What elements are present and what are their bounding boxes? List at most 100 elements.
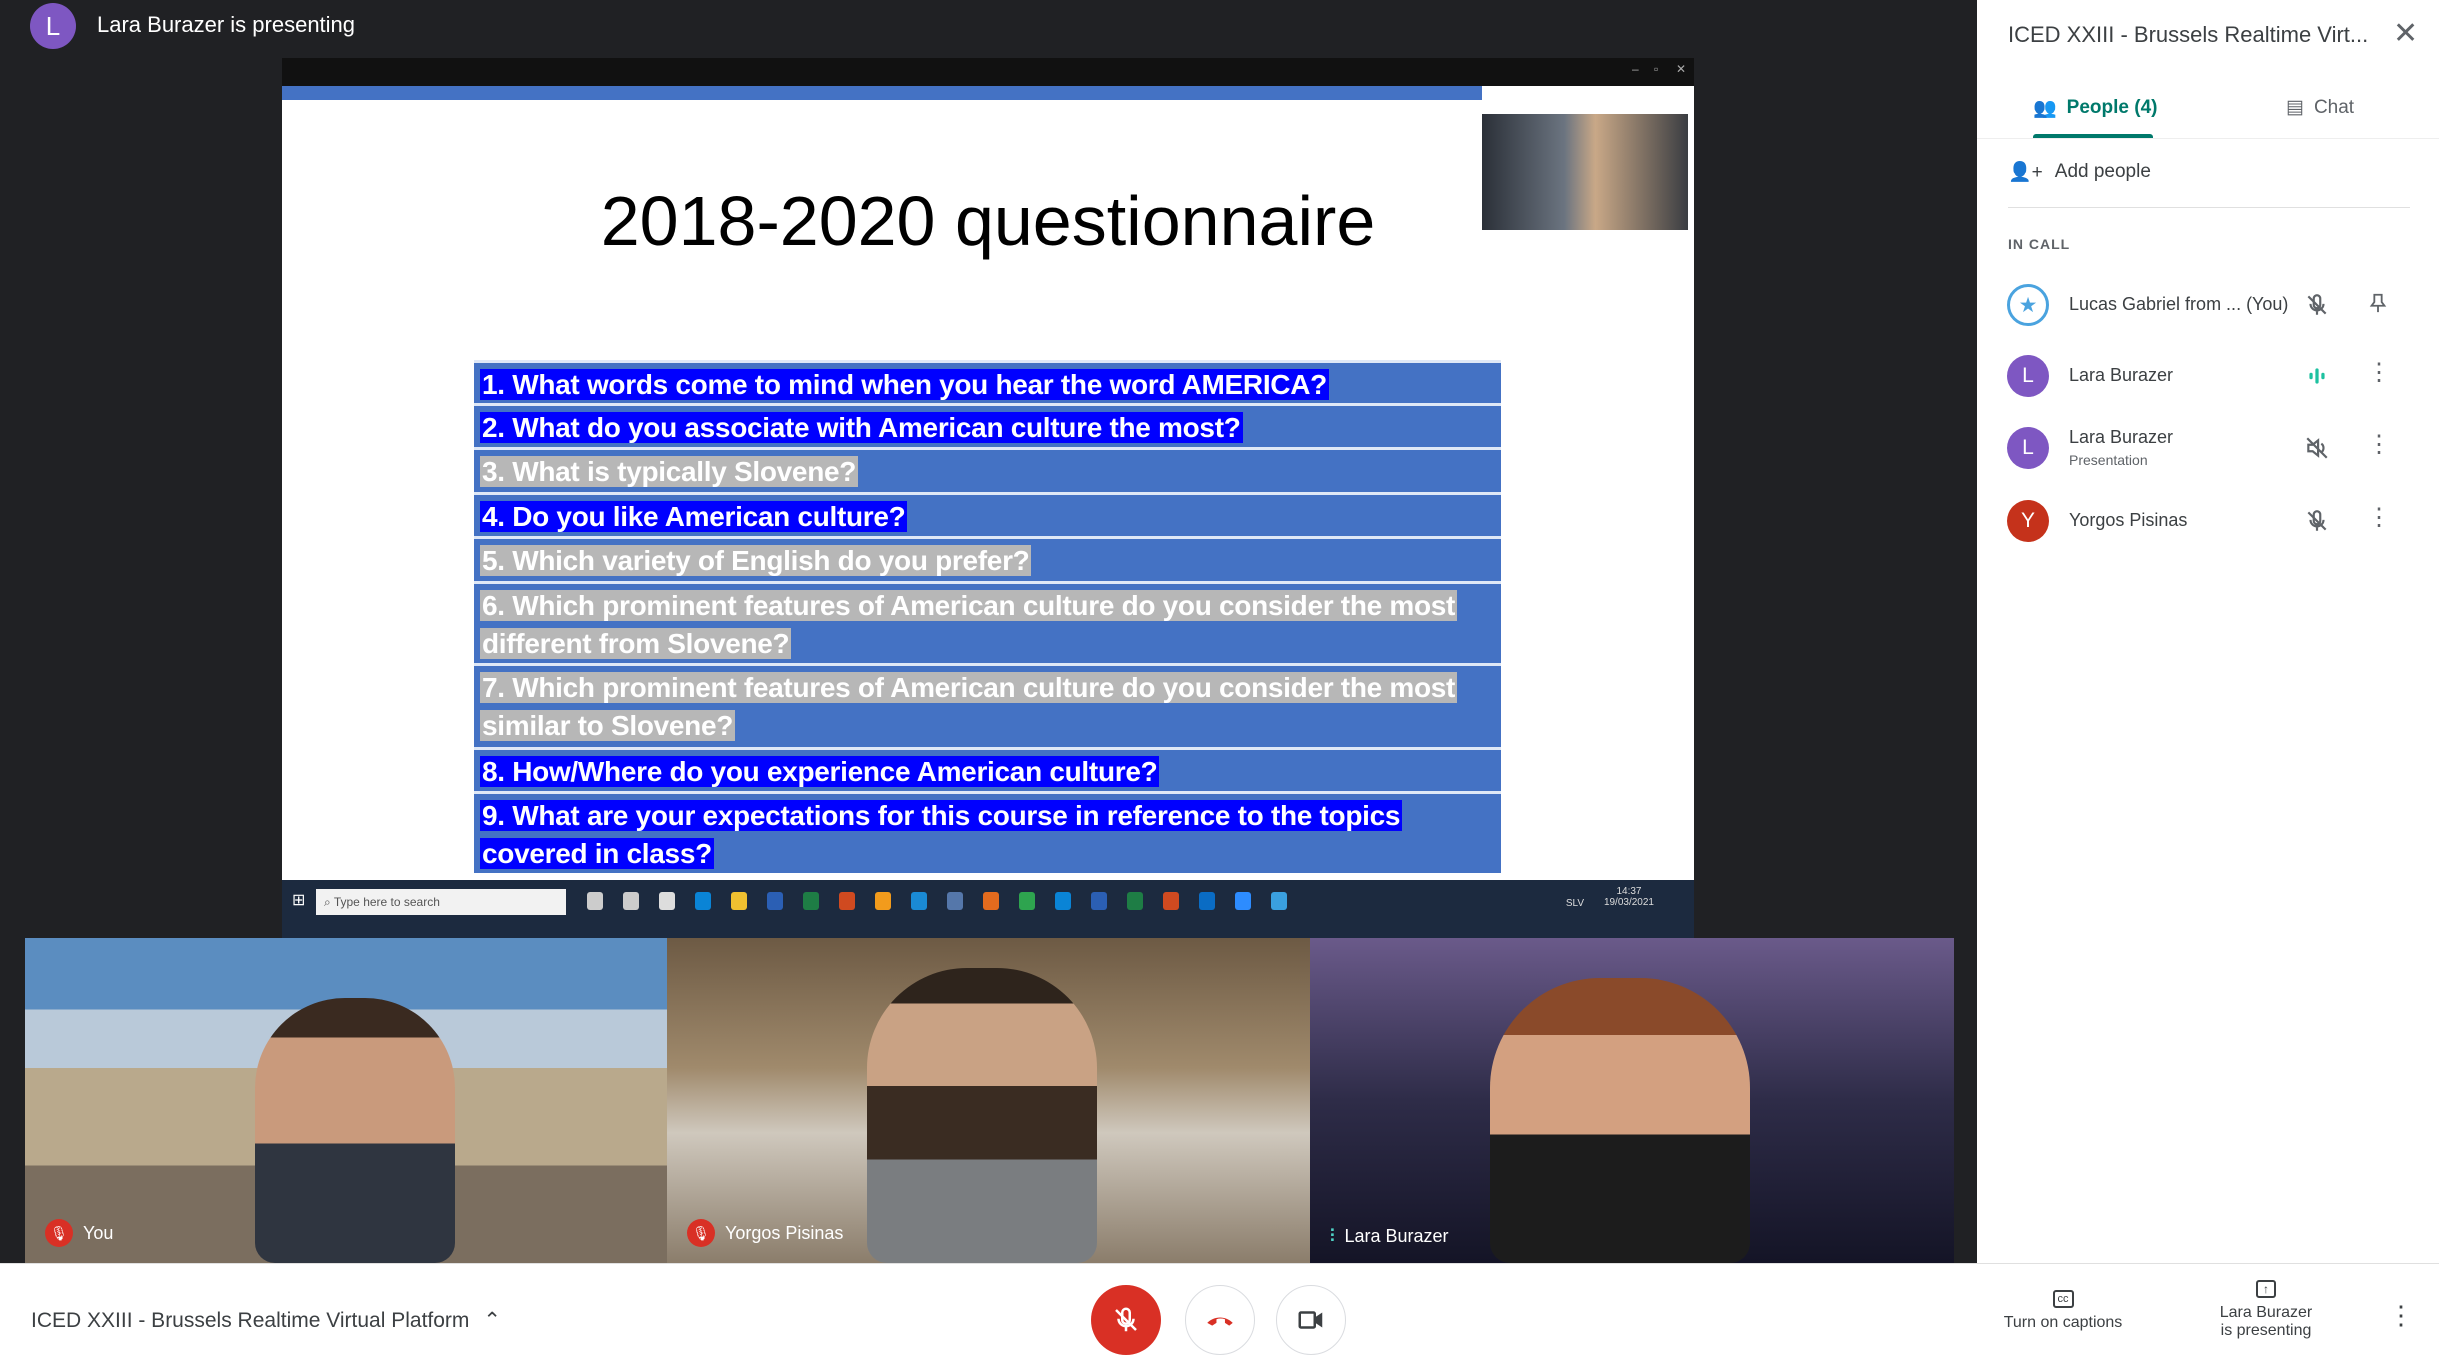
speaking-icon: [2304, 363, 2330, 389]
tab-chat[interactable]: ▤ Chat: [2286, 96, 2354, 119]
taskbar-date: 19/03/2021: [1603, 897, 1654, 908]
taskbar-app-icon: [587, 892, 603, 910]
chevron-up-icon: ⌃: [483, 1309, 502, 1332]
question-text: 8. How/Where do you experience American …: [480, 756, 1160, 787]
question-list: 1. What words come to mind when you hear…: [474, 360, 1501, 873]
section-heading: IN CALL: [2008, 236, 2071, 252]
pin-icon[interactable]: [2367, 290, 2389, 321]
tab-people[interactable]: 👥 People (4): [2033, 96, 2157, 120]
window-titlebar: – ▫ ✕: [282, 58, 1694, 86]
taskbar-app-icon: [767, 892, 783, 910]
speaking-icon: ⫶: [1330, 1226, 1335, 1246]
more-options-button[interactable]: ⋮: [2388, 1300, 2414, 1331]
mic-off-icon: 🎙: [687, 1219, 715, 1247]
video-tile-lara[interactable]: ⫶ Lara Burazer: [1310, 938, 1954, 1263]
chat-icon: ▤: [2286, 97, 2304, 118]
presenter-self-view: [1482, 114, 1688, 230]
tile-name: Lara Burazer: [1344, 1226, 1449, 1246]
question-item: 4. Do you like American culture?: [474, 492, 1501, 536]
captions-label: Turn on captions: [2003, 1314, 2123, 1331]
add-person-icon: 👤+: [2008, 162, 2043, 183]
question-item: 9. What are your expectations for this c…: [474, 791, 1501, 873]
taskbar-app-icon: [731, 892, 747, 910]
taskbar-app-icon: [695, 892, 711, 910]
participant-row[interactable]: ★ Lucas Gabriel from ... (You): [1977, 270, 2439, 340]
slide-accent-bar: [282, 86, 1482, 100]
question-item: 3. What is typically Slovene?: [474, 447, 1501, 492]
mic-off-icon: [2304, 508, 2330, 534]
taskbar-app-icon: [983, 892, 999, 910]
taskbar-search-placeholder: Type here to search: [333, 895, 440, 909]
tile-label: 🎙 You: [45, 1219, 113, 1247]
taskbar-app-icon: [839, 892, 855, 910]
taskbar-app-icon: [1055, 892, 1071, 910]
restore-icon: ▫: [1654, 62, 1659, 76]
divider: [1977, 138, 2439, 139]
question-text: 5. Which variety of English do you prefe…: [480, 545, 1032, 576]
shared-screen: – ▫ ✕ 2018-2020 questionnaire 1. What wo…: [282, 58, 1694, 938]
video-tile-yorgos[interactable]: 🎙 Yorgos Pisinas: [667, 938, 1310, 1263]
presenter-avatar: L: [30, 3, 76, 49]
camera-icon: [1298, 1311, 1323, 1329]
slide: 2018-2020 questionnaire 1. What words co…: [282, 86, 1694, 880]
tab-label: Chat: [2313, 96, 2355, 118]
participant-name: Lara Burazer: [2069, 365, 2174, 385]
tab-label: People (4): [2066, 97, 2158, 118]
avatar: Y: [2007, 500, 2049, 542]
taskbar-app-icon: [875, 892, 891, 910]
meeting-details-button[interactable]: ICED XXIII - Brussels Realtime Virtual P…: [31, 1308, 501, 1333]
mic-off-icon: [2304, 292, 2330, 318]
video-tile-you[interactable]: 🎙 You: [25, 938, 667, 1263]
question-item: 2. What do you associate with American c…: [474, 403, 1501, 447]
more-options-icon[interactable]: ⋮: [2367, 506, 2391, 530]
avatar: ★: [2007, 284, 2049, 326]
participant-row[interactable]: L Lara Burazer Presentation ⋮: [1977, 413, 2439, 483]
taskbar-clock: 14:37 19/03/2021: [1604, 886, 1654, 908]
question-text: 9. What are your expectations for this c…: [480, 800, 1403, 869]
question-text: 1. What words come to mind when you hear…: [480, 369, 1329, 400]
avatar: L: [2007, 355, 2049, 397]
more-options-icon[interactable]: ⋮: [2367, 433, 2391, 457]
tile-name: Yorgos Pisinas: [725, 1222, 844, 1243]
mic-toggle-button[interactable]: [1091, 1285, 1161, 1355]
windows-taskbar: ⊞ ⌕ Type here to search SLV 14:37 19/03/2…: [282, 880, 1694, 938]
close-panel-button[interactable]: ✕: [2393, 16, 2418, 51]
mic-off-icon: 🎙: [45, 1219, 73, 1247]
panel-title: ICED XXIII - Brussels Realtime Virt...: [2008, 22, 2369, 47]
minimize-icon: –: [1632, 62, 1639, 76]
meeting-stage: L Lara Burazer is presenting – ▫ ✕ 2018-…: [0, 0, 1977, 1263]
close-icon: ✕: [1676, 62, 1687, 76]
question-item: 8. How/Where do you experience American …: [474, 747, 1501, 791]
add-people-label: Add people: [2054, 161, 2151, 182]
presenting-status: Lara Burazer is presenting: [97, 12, 356, 37]
leave-call-button[interactable]: [1185, 1285, 1255, 1355]
participant-video: [1490, 978, 1750, 1263]
question-item: 7. Which prominent features of American …: [474, 663, 1501, 747]
people-panel: ICED XXIII - Brussels Realtime Virt... ✕…: [1977, 0, 2439, 1263]
taskbar-app-icon: [947, 892, 963, 910]
avatar: L: [2007, 427, 2049, 469]
participant-name: Lucas Gabriel from ... (You): [2069, 294, 2289, 314]
presenting-button[interactable]: ↑ Lara Burazer is presenting: [2196, 1280, 2336, 1340]
question-item: 1. What words come to mind when you hear…: [474, 360, 1501, 403]
divider: [2008, 207, 2410, 208]
question-text: 2. What do you associate with American c…: [480, 412, 1243, 443]
participant-row[interactable]: Y Yorgos Pisinas ⋮: [1977, 486, 2439, 556]
mic-off-icon: [1115, 1307, 1137, 1332]
camera-toggle-button[interactable]: [1276, 1285, 1346, 1355]
meeting-title: ICED XXIII - Brussels Realtime Virtual P…: [31, 1308, 470, 1332]
add-people-button[interactable]: 👤+ Add people: [2008, 160, 2151, 184]
taskbar-time: 14:37: [1616, 886, 1642, 897]
question-text: 6. Which prominent features of American …: [480, 590, 1458, 659]
taskbar-app-icon: [803, 892, 819, 910]
participant-name: Yorgos Pisinas: [2069, 510, 2188, 530]
volume-off-icon: [2304, 435, 2330, 461]
participant-row[interactable]: L Lara Burazer ⋮: [1977, 341, 2439, 411]
more-options-icon[interactable]: ⋮: [2367, 361, 2391, 385]
taskbar-lang: SLV: [1565, 898, 1584, 909]
bottom-toolbar: ICED XXIII - Brussels Realtime Virtual P…: [0, 1263, 2439, 1370]
presenting-label: Lara Burazer is presenting: [2219, 1304, 2313, 1339]
taskbar-app-icon: [1127, 892, 1143, 910]
people-icon: 👥: [2033, 98, 2057, 119]
captions-button[interactable]: cc Turn on captions: [1993, 1290, 2133, 1332]
